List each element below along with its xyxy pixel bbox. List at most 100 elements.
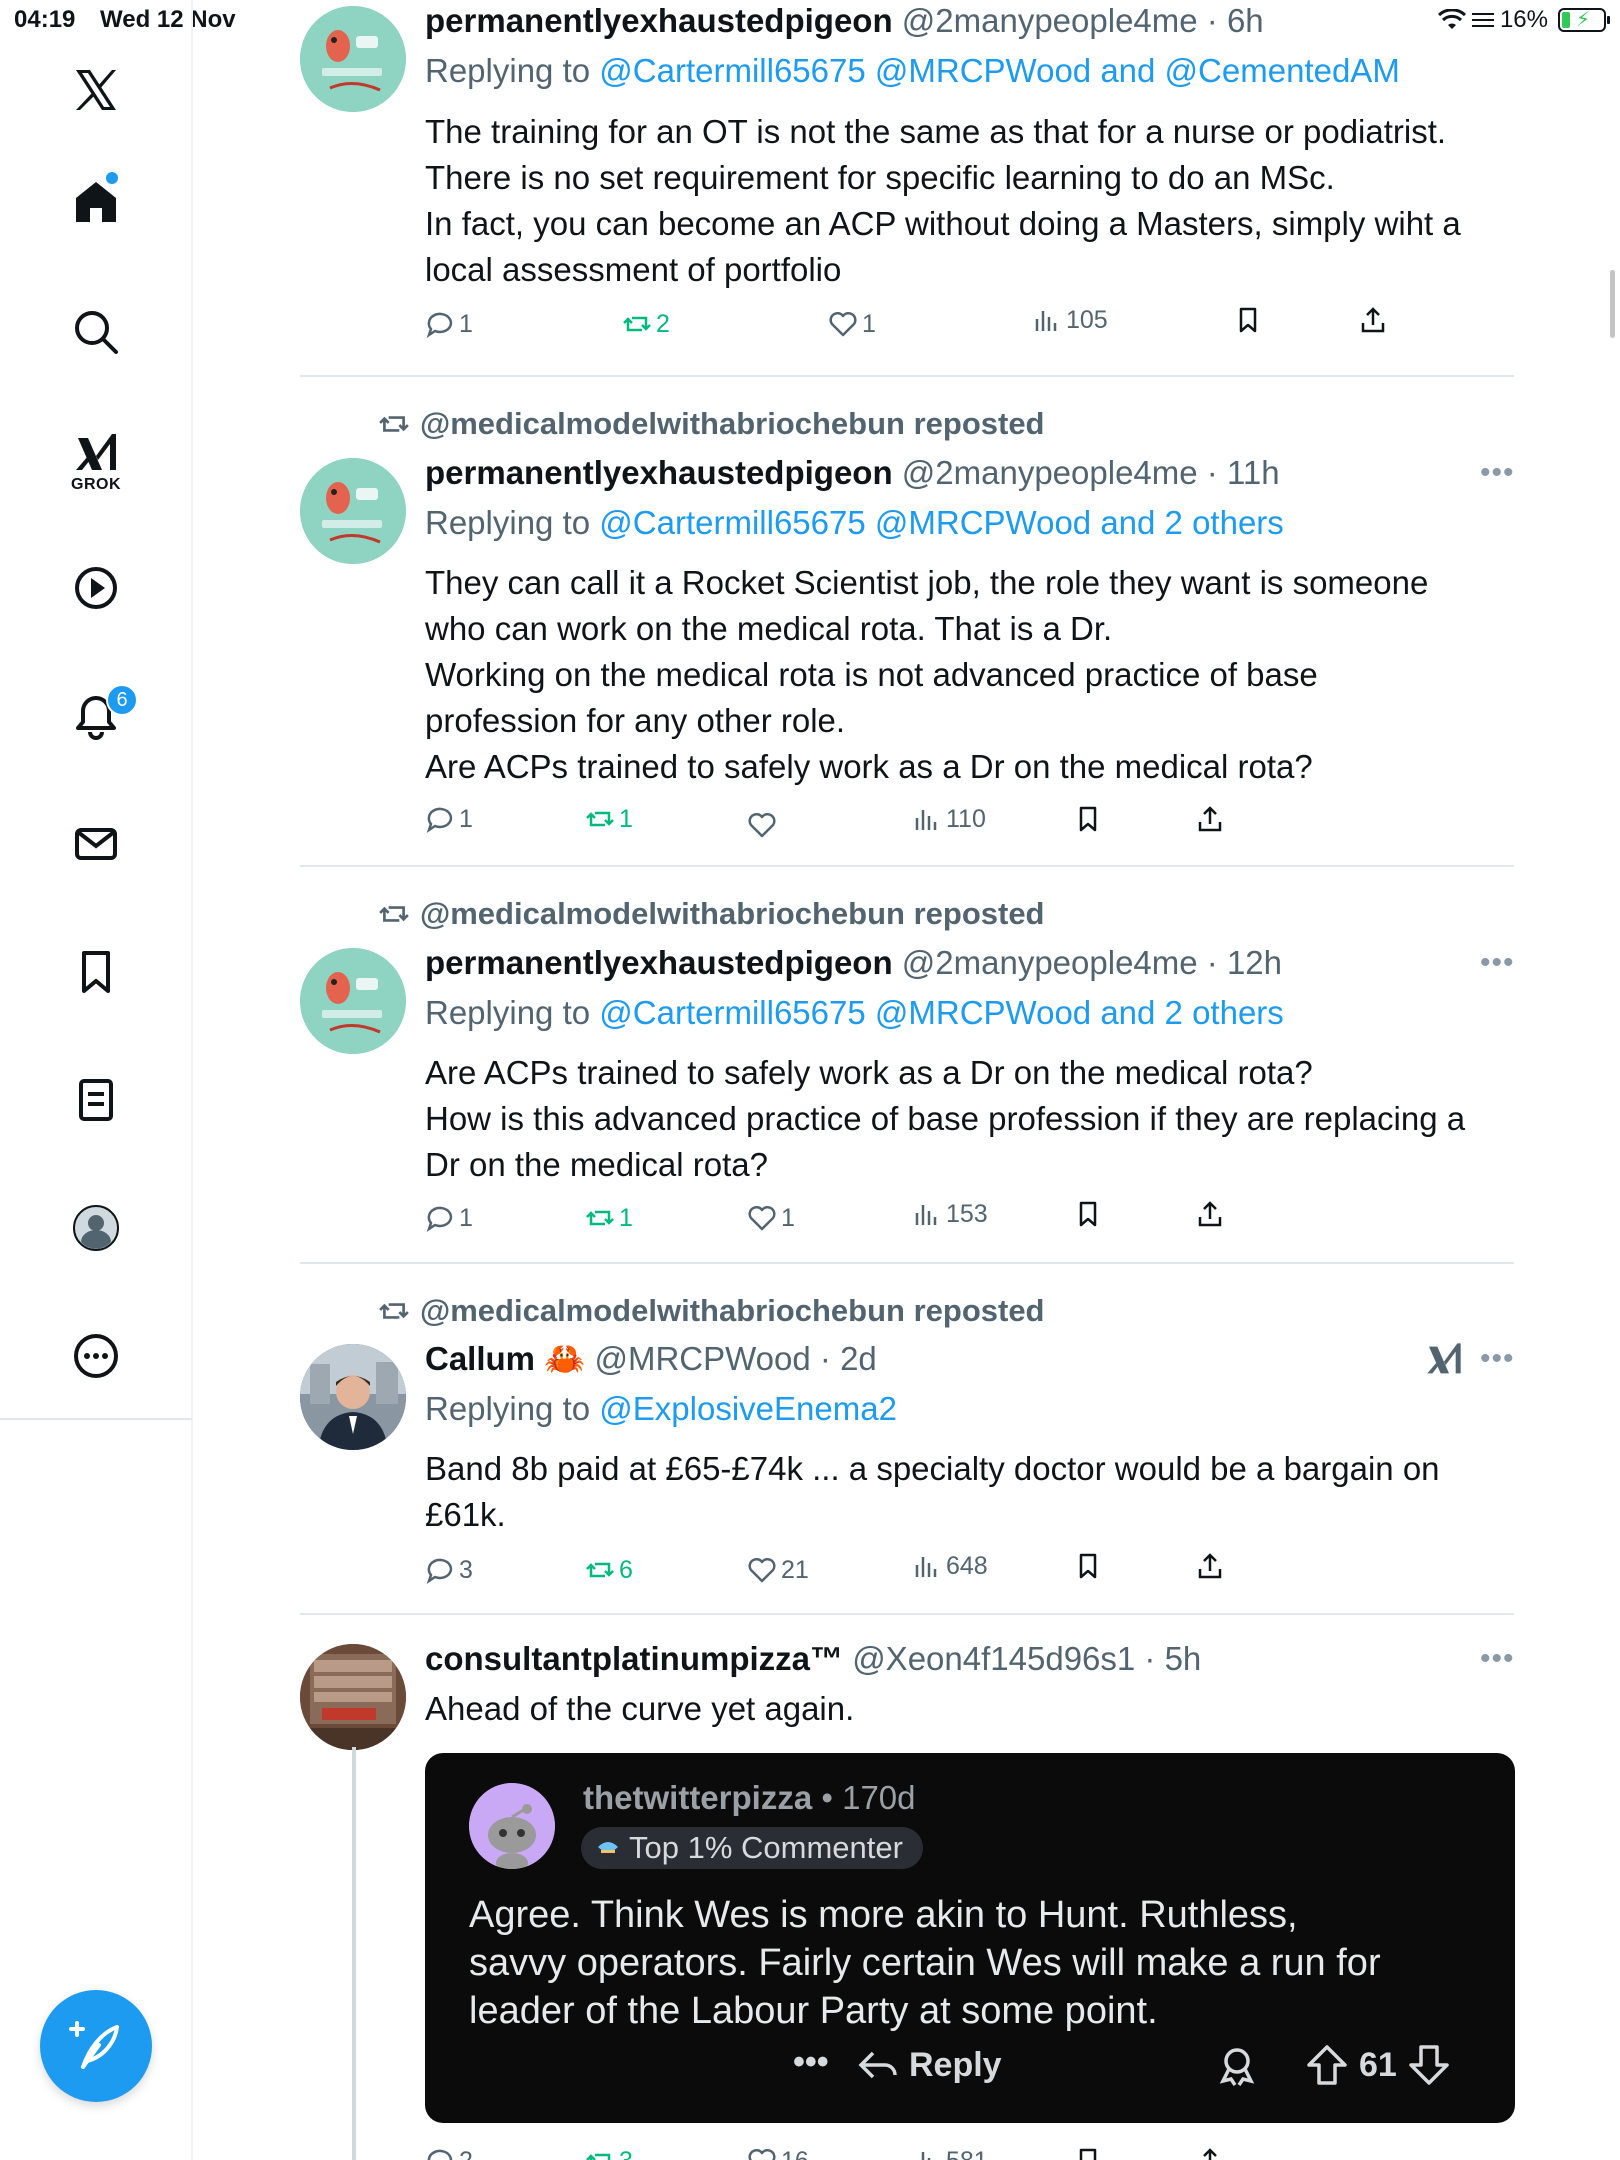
replying-targets-link[interactable]: @Cartermill65675 @MRCPWood and 2 others [599, 994, 1284, 1031]
tweet-body: Are ACPs trained to safely work as a Dr … [425, 1050, 1515, 1188]
tweet-line: local assessment of portfolio [425, 251, 842, 288]
like-button[interactable]: 21 [747, 1555, 809, 1585]
share-button[interactable] [1195, 2146, 1225, 2160]
author-handle[interactable]: @2manypeople4me [902, 944, 1198, 981]
embed-score: 61 [1359, 2045, 1397, 2084]
more-options-icon[interactable] [66, 1326, 126, 1386]
scrollbar[interactable] [1610, 270, 1615, 338]
lists-icon[interactable] [66, 1070, 126, 1130]
grok-icon[interactable] [66, 424, 126, 484]
author-handle[interactable]: @2manypeople4me [902, 454, 1198, 491]
author-handle[interactable]: @Xeon4f145d96s1 [852, 1640, 1135, 1677]
person-photo-avatar-icon [300, 1344, 406, 1450]
reply-button[interactable]: 2 [425, 2146, 473, 2160]
author-name[interactable]: permanentlyexhaustedpigeon [425, 2, 893, 39]
replying-targets-link[interactable]: @Cartermill65675 @MRCPWood and 2 others [599, 504, 1284, 541]
heart-icon [748, 1557, 776, 1583]
views-button[interactable]: 153 [912, 1199, 988, 1229]
reply-button[interactable]: 3 [425, 1555, 473, 1585]
more-options-button[interactable]: ••• [1480, 1642, 1515, 1676]
views-chart-icon [915, 1205, 937, 1225]
like-button[interactable] [747, 810, 781, 840]
avatar[interactable] [300, 1644, 406, 1750]
reply-button[interactable]: 1 [425, 804, 473, 834]
embed-reply-label: Reply [909, 2045, 1002, 2084]
avatar[interactable] [300, 6, 406, 112]
repost-button[interactable]: 6 [585, 1555, 633, 1585]
replying-targets-link[interactable]: @Cartermill65675 @MRCPWood and @Cemented… [599, 52, 1400, 89]
grok-explain-button[interactable] [1424, 1340, 1464, 1380]
replying-to: Replying to @Cartermill65675 @MRCPWood a… [425, 504, 1284, 542]
author-name[interactable]: consultantplatinumpizza™ [425, 1640, 843, 1677]
replying-targets-link[interactable]: @ExplosiveEnema2 [599, 1390, 897, 1427]
repost-attribution-text[interactable]: @medicalmodelwithabriochebun reposted [420, 1293, 1045, 1329]
author-name[interactable]: permanentlyexhaustedpigeon [425, 944, 893, 981]
bookmark-button[interactable] [1073, 1199, 1103, 1229]
author-handle[interactable]: @2manypeople4me [902, 2, 1198, 39]
reply-button[interactable]: 1 [425, 309, 473, 339]
like-button[interactable]: 16 [747, 2146, 809, 2160]
pigeon-avatar-icon [300, 948, 406, 1054]
views-button[interactable]: 581 [912, 2146, 988, 2160]
notifications-badge: 6 [106, 684, 138, 716]
embed-more-label: ••• [793, 2043, 829, 2081]
bookmark-button[interactable] [1233, 305, 1263, 335]
share-button[interactable] [1195, 1199, 1225, 1229]
replying-to: Replying to @ExplosiveEnema2 [425, 1390, 897, 1428]
like-count: 1 [862, 309, 876, 338]
more-options-button[interactable]: ••• [1480, 1342, 1515, 1376]
author-name[interactable]: permanentlyexhaustedpigeon [425, 454, 893, 491]
tweet-line: In fact, you can become an ACP without d… [425, 205, 1461, 242]
replying-prefix: Replying to [425, 504, 591, 541]
embedded-image[interactable]: thetwitterpizza • 170d Top 1% Commenter … [425, 1753, 1515, 2123]
tweet-body: The training for an OT is not the same a… [425, 109, 1515, 293]
author-handle[interactable]: @MRCPWood [594, 1340, 810, 1377]
views-button[interactable]: 105 [1032, 305, 1108, 335]
repost-button[interactable]: 3 [585, 2146, 633, 2160]
bookmarks-icon[interactable] [66, 942, 126, 1002]
video-play-icon[interactable] [66, 558, 126, 618]
avatar[interactable] [300, 458, 406, 564]
avatar[interactable] [300, 948, 406, 1054]
search-icon[interactable] [66, 302, 126, 362]
share-button[interactable] [1195, 804, 1225, 834]
tweet-actions: 1 2 1 105 [425, 306, 1425, 349]
tweet-line: Ahead of the curve yet again. [425, 1690, 855, 1727]
signal-list-icon [1471, 13, 1494, 27]
profile-avatar-icon[interactable] [66, 1198, 126, 1258]
reply-count: 1 [459, 309, 473, 338]
like-button[interactable]: 1 [828, 309, 876, 339]
x-logo-icon[interactable] [66, 60, 126, 120]
replying-prefix: Replying to [425, 1390, 591, 1427]
bookmark-button[interactable] [1073, 1551, 1103, 1581]
views-button[interactable]: 110 [912, 804, 986, 834]
repost-button[interactable]: 1 [585, 804, 633, 834]
compose-post-button[interactable] [40, 1990, 152, 2102]
messages-envelope-icon[interactable] [66, 814, 126, 874]
like-button[interactable]: 1 [747, 1203, 795, 1233]
repost-button[interactable]: 2 [622, 309, 670, 339]
repost-icon [586, 811, 614, 827]
commenter-badge-icon [598, 1842, 618, 1853]
author-name[interactable]: Callum [425, 1340, 535, 1377]
embed-line: savvy operators. Fairly certain Wes will… [469, 1942, 1381, 1984]
more-options-button[interactable]: ••• [1480, 456, 1515, 490]
views-button[interactable]: 648 [912, 1551, 988, 1581]
repost-attribution-text[interactable]: @medicalmodelwithabriochebun reposted [420, 406, 1045, 442]
post-time: · 11h [1206, 454, 1280, 491]
share-icon [1198, 1553, 1222, 1579]
reply-button[interactable]: 1 [425, 1203, 473, 1233]
bookmark-icon [1079, 2148, 1097, 2160]
tweet-line: Band 8b paid at £65-£74k ... a specialty… [425, 1450, 1440, 1487]
bookmark-button[interactable] [1073, 2146, 1103, 2160]
share-button[interactable] [1358, 305, 1388, 335]
share-button[interactable] [1195, 1551, 1225, 1581]
repost-button[interactable]: 1 [585, 1203, 633, 1233]
avatar[interactable] [300, 1344, 406, 1450]
repost-attribution-text[interactable]: @medicalmodelwithabriochebun reposted [420, 896, 1045, 932]
more-options-button[interactable]: ••• [1480, 946, 1515, 980]
bookmark-button[interactable] [1073, 804, 1103, 834]
like-count: 21 [781, 1555, 809, 1584]
embed-username-row: thetwitterpizza • 170d [583, 1779, 916, 1816]
tweet-divider [300, 375, 1514, 377]
